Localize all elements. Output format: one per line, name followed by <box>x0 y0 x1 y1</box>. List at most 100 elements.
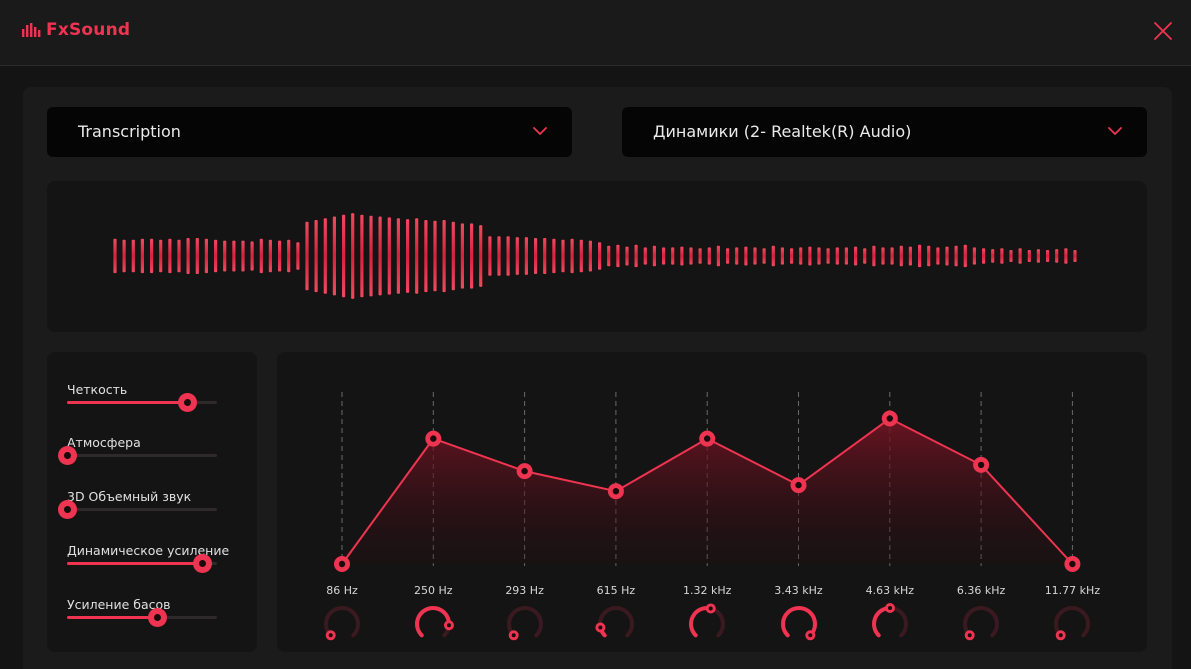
visualizer-bar <box>890 247 894 265</box>
eq-band-frequency: 1.32 kHz <box>682 584 732 597</box>
eq-band-frequency: 4.63 kHz <box>865 584 914 597</box>
equalizer-panel: 86 Hz 250 Hz 293 Hz 615 Hz 1.32 kHz 3.43 kHz 4… <box>277 352 1147 652</box>
effect-slider[interactable] <box>67 393 217 412</box>
eq-band-handle-center <box>795 481 802 489</box>
visualizer-bar <box>543 238 547 274</box>
visualizer-bar <box>342 214 346 298</box>
knob-handle-center <box>708 606 713 611</box>
visualizer-bar <box>881 247 885 265</box>
slider-thumb[interactable] <box>57 500 77 519</box>
eq-band-knob[interactable] <box>320 602 364 646</box>
visualizer-bar <box>918 244 922 268</box>
eq-band-handle-center <box>521 467 528 475</box>
visualizer-bar <box>360 214 364 298</box>
eq-band-knob[interactable] <box>777 602 821 646</box>
visualizer-bar <box>698 248 702 264</box>
visualizer-bar <box>598 242 602 270</box>
eq-band-knob[interactable] <box>1050 602 1094 646</box>
knob-handle-center <box>447 623 452 628</box>
visualizer-bar <box>415 218 419 294</box>
visualizer-bar <box>607 245 611 267</box>
visualizer-bar <box>1009 250 1013 262</box>
visualizer-bar <box>616 244 620 268</box>
eq-band-knob[interactable] <box>594 602 638 646</box>
preset-dropdown-value: Transcription <box>78 122 181 141</box>
visualizer-bar <box>799 247 803 265</box>
eq-band-knob[interactable] <box>868 602 912 646</box>
output-device-dropdown-value: Динамики (2- Realtek(R) Audio) <box>653 122 912 141</box>
knob-handle-center <box>511 633 516 638</box>
slider-thumb[interactable] <box>192 554 212 573</box>
preset-dropdown[interactable]: Transcription <box>47 107 572 157</box>
eq-band-frequency: 86 Hz <box>326 584 358 597</box>
visualizer-bar <box>515 237 519 275</box>
visualizer-bar <box>552 238 556 274</box>
visualizer-bar <box>991 249 995 263</box>
visualizer-bar <box>872 245 876 267</box>
visualizer-bar <box>826 248 830 264</box>
effect-label: 3D Объемный звук <box>67 489 192 504</box>
eq-band-handle-center <box>977 461 985 469</box>
effect-slider[interactable] <box>57 500 217 519</box>
effects-panel: Четкость Атмосфера 3D Объемный звук Динамич… <box>47 352 257 652</box>
output-device-dropdown[interactable]: Динамики (2- Realtek(R) Audio) <box>622 107 1147 157</box>
knob-handle-center <box>807 633 812 638</box>
visualizer-bar <box>982 248 986 264</box>
effect-label: Четкость <box>67 382 128 397</box>
slider-track[interactable] <box>67 508 217 511</box>
visualizer-bar <box>460 223 464 289</box>
eq-band-knob[interactable] <box>503 602 547 646</box>
chevron-down-icon <box>533 127 547 135</box>
visualizer-bar <box>406 219 410 293</box>
effect-label: Атмосфера <box>67 435 141 450</box>
visualizer-bar <box>433 220 437 292</box>
slider-thumb[interactable] <box>177 393 197 412</box>
visualizer-bar <box>296 242 300 270</box>
visualizer-bar <box>954 245 958 267</box>
visualizer-bar <box>945 246 949 266</box>
visualizer-bar <box>707 247 711 265</box>
visualizer-bar <box>579 239 583 273</box>
knob-dial <box>506 606 543 641</box>
effect-slider[interactable] <box>67 554 217 573</box>
equalizer-bars-icon <box>22 23 41 37</box>
eq-band-knob[interactable] <box>411 602 455 646</box>
eq-band-handle-center <box>338 560 346 568</box>
visualizer-bar <box>790 248 794 264</box>
visualizer-bar <box>780 247 784 265</box>
visualizer-bar <box>159 239 163 273</box>
close-button[interactable] <box>1150 18 1176 44</box>
visualizer-bar <box>177 239 181 273</box>
visualizer-bar <box>451 221 455 291</box>
visualizer-bar <box>369 215 373 297</box>
visualizer-bar <box>570 238 574 274</box>
visualizer-bar <box>1036 249 1040 263</box>
effect-slider[interactable] <box>57 446 217 465</box>
visualizer-bar <box>479 225 483 287</box>
visualizer-bar <box>671 247 675 265</box>
visualizer-bar <box>259 238 263 274</box>
visualizer-bar <box>113 238 117 274</box>
close-icon <box>1154 22 1172 40</box>
slider-track[interactable] <box>67 454 217 457</box>
effect-slider[interactable] <box>67 608 217 627</box>
knob-dial <box>1054 606 1091 641</box>
audio-visualizer <box>47 181 1147 332</box>
slider-thumb[interactable] <box>147 608 167 627</box>
knob-handle-center <box>598 625 603 630</box>
visualizer-bar <box>168 238 172 274</box>
eq-band-knob[interactable] <box>685 602 729 646</box>
effect-label: Динамическое усиление <box>67 543 230 558</box>
slider-thumb[interactable] <box>57 446 77 465</box>
eq-band-knob[interactable] <box>959 602 1003 646</box>
visualizer-bar <box>972 247 976 265</box>
visualizer-bar <box>735 247 739 265</box>
visualizer-bar <box>150 238 154 274</box>
visualizer-bar <box>332 216 336 296</box>
eq-band-handle-center <box>1069 560 1076 568</box>
visualizer-bar <box>643 247 647 265</box>
knob-dial <box>415 606 455 638</box>
knob-dial <box>871 603 908 638</box>
visualizer-bar <box>908 246 912 266</box>
visualizer-bar <box>186 238 190 274</box>
